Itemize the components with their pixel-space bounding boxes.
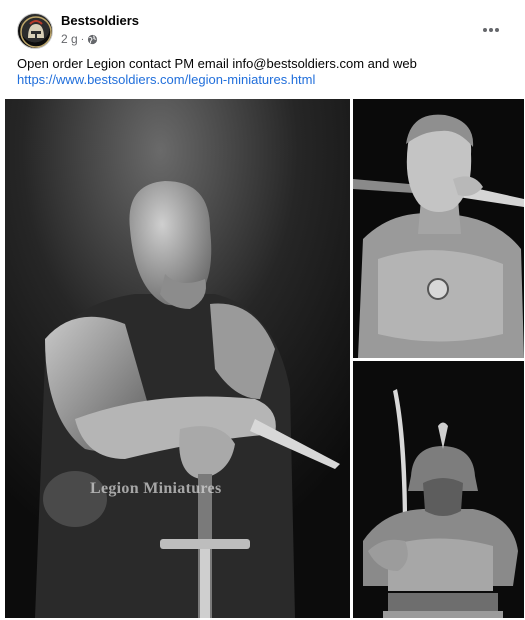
more-dot — [483, 28, 487, 32]
helmet-logo-icon — [20, 16, 52, 48]
globe-icon[interactable] — [87, 34, 98, 45]
page-avatar[interactable] — [17, 13, 53, 49]
more-dot — [489, 28, 493, 32]
post-meta: 2 g · — [61, 32, 98, 46]
more-dots-icon[interactable] — [479, 20, 503, 40]
armored-bust-image — [5, 99, 350, 618]
photo-samurai-bust[interactable] — [353, 361, 524, 618]
photo-main[interactable]: Legion Miniatures — [5, 99, 350, 618]
samurai-bust-image — [353, 361, 524, 618]
more-dot — [495, 28, 499, 32]
post-link[interactable]: https://www.bestsoldiers.com/legion-mini… — [17, 72, 512, 88]
roman-bust-image — [353, 99, 524, 358]
page-name-link[interactable]: Bestsoldiers — [61, 13, 139, 28]
post-message: Open order Legion contact PM email info@… — [17, 56, 512, 88]
post-card: Bestsoldiers 2 g · Open order Legion con… — [0, 0, 525, 620]
post-timestamp[interactable]: 2 g — [61, 32, 78, 46]
photo-watermark: Legion Miniatures — [90, 480, 222, 497]
post-text-line: Open order Legion contact PM email info@… — [17, 56, 417, 71]
post-header: Bestsoldiers 2 g · — [17, 12, 511, 52]
photo-roman-bust[interactable] — [353, 99, 524, 358]
meta-separator: · — [80, 33, 85, 45]
